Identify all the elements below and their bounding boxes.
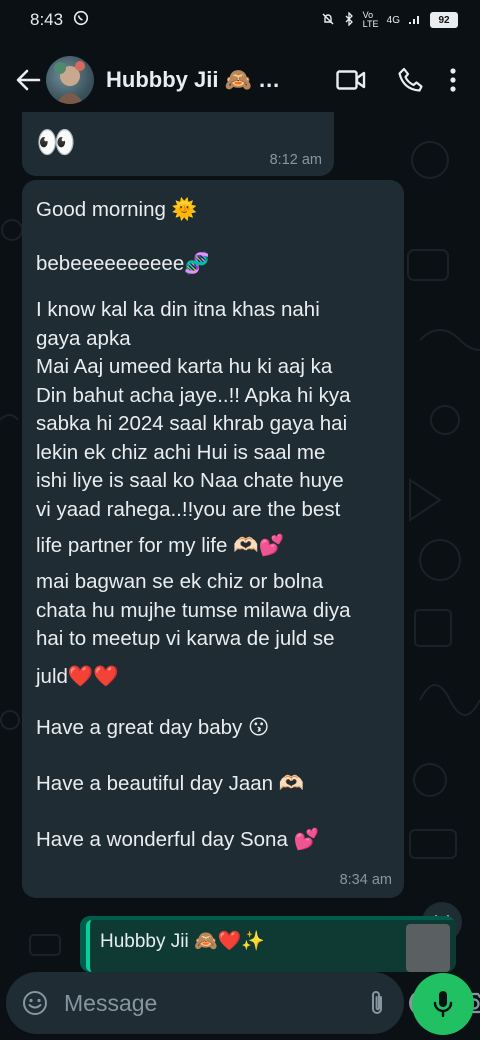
- message-composer: [6, 972, 480, 1034]
- message-time: 8:34 am: [339, 872, 392, 888]
- quoted-message-preview[interactable]: Hubbby Jii 🙈❤️✨: [80, 916, 456, 972]
- quoted-message-box: Hubbby Jii 🙈❤️✨: [86, 920, 456, 972]
- message-bubble[interactable]: 👀 8:12 am: [22, 112, 334, 176]
- emoji-icon[interactable]: [22, 988, 48, 1018]
- attachment-icon[interactable]: [368, 988, 386, 1018]
- message-line: life partner for my life 🫶🏻💕: [36, 534, 285, 557]
- message-line: Have a great day baby 😗: [36, 715, 270, 739]
- status-bar: 8:43 Vo LTE 4G 92: [0, 0, 480, 40]
- chat-header: Hubbby Jii 🙈 …: [0, 40, 480, 120]
- voice-message-button[interactable]: [412, 973, 474, 1035]
- bluetooth-icon: [343, 10, 355, 29]
- message-line: Good morning 🌞: [36, 198, 198, 221]
- line-spacer: [36, 234, 396, 250]
- message-time: 8:12 am: [269, 152, 322, 168]
- message-input[interactable]: [62, 988, 362, 1018]
- back-arrow-icon[interactable]: [12, 64, 44, 96]
- battery-indicator: 92: [430, 12, 458, 28]
- message-line: mai bagwan se ek chiz or bolna: [36, 570, 324, 593]
- message-body: Good morning 🌞 bebeeeeeeeeee🧬 I know kal…: [36, 196, 396, 868]
- message-line: bebeeeeeeeeee🧬: [36, 252, 210, 275]
- message-text: 👀: [36, 124, 76, 160]
- quoted-sender-name: Hubbby Jii 🙈❤️✨: [100, 931, 265, 952]
- message-bubble[interactable]: Good morning 🌞 bebeeeeeeeeee🧬 I know kal…: [22, 180, 404, 898]
- contact-avatar[interactable]: [46, 56, 94, 104]
- whatsapp-notification-icon: [73, 10, 89, 31]
- message-line: Mai Aaj umeed karta hu ki aaj ka: [36, 355, 333, 378]
- signal-icon: [408, 13, 422, 28]
- message-line: lekin ek chiz achi Hui is saal me: [36, 440, 326, 464]
- message-line: sabka hi 2024 saal khrab gaya hai: [36, 412, 348, 435]
- quoted-thumbnail: [406, 924, 450, 972]
- message-line: I know kal ka din itna khas nahi: [36, 298, 320, 321]
- message-line: Have a wonderful day Sona 💕: [36, 827, 320, 851]
- status-time: 8:43: [30, 10, 64, 29]
- mute-icon: [321, 12, 335, 29]
- contact-name[interactable]: Hubbby Jii 🙈 …: [106, 67, 314, 93]
- network-label: 4G: [386, 14, 400, 26]
- message-line: juld❤️❤️: [36, 664, 119, 688]
- line-spacer: [36, 288, 396, 296]
- message-line: chata hu mujhe tumse milawa diya: [36, 598, 351, 622]
- message-line: hai to meetup vi karwa de juld se: [36, 627, 335, 650]
- message-line: ishi liye is saal ko Naa chate huye: [36, 469, 344, 492]
- microphone-icon: [433, 991, 453, 1018]
- message-line: vi yaad rahega..!!you are the best: [36, 497, 341, 521]
- message-line: Have a beautiful day Jaan 🫶🏻: [36, 771, 305, 795]
- more-options-icon[interactable]: [438, 57, 468, 103]
- battery-level: 92: [438, 14, 450, 26]
- video-call-icon[interactable]: [328, 57, 374, 103]
- volte-label: Vo LTE: [362, 10, 379, 29]
- message-line: Din bahut acha jaye..!! Apka hi kya: [36, 383, 351, 407]
- message-line: gaya apka: [36, 326, 131, 350]
- voice-call-icon[interactable]: [388, 57, 434, 103]
